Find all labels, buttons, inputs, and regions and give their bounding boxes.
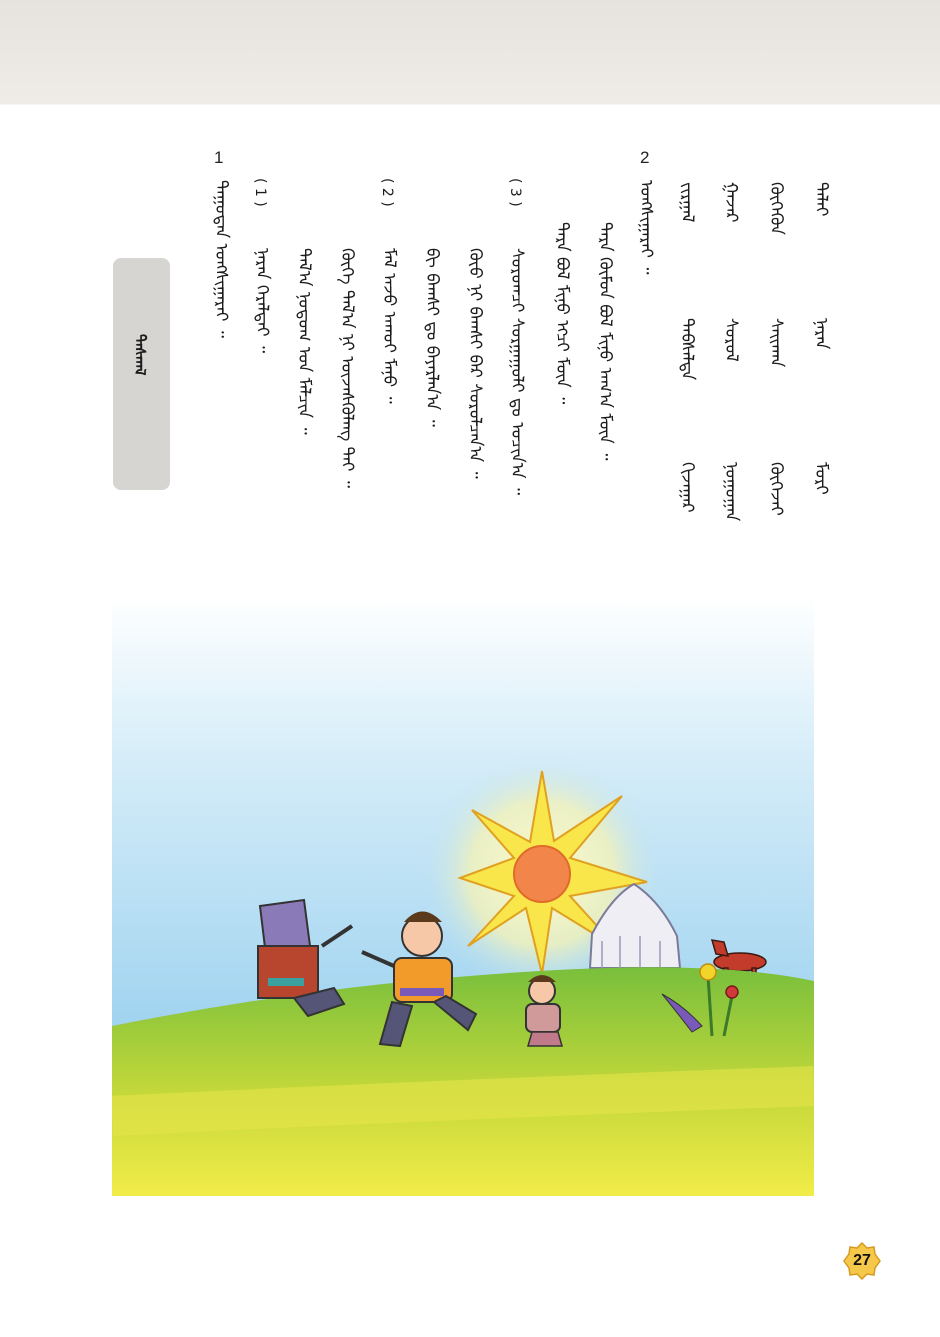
exercise-2-sentence: ᠲᠡᠷᠡ ᠪᠣᠯ ᠮᠢᠨᠦ ᠡᠭᠴᠢ ᠮᠥᠨ ᠃ [552,222,572,405]
exercise-2-number: 2 [640,148,650,167]
item-2-marker: ( 2 ) [379,178,395,207]
word-cell: ᠬᠥᠭᠡᠵᠡᠢ [766,462,786,516]
item-2-text: ᠮᠠᠯ ᠠᠵᠤ ᠠᠬᠤᠢ ᠮᠠᠨᠤ ᠃ [379,248,399,404]
word-cell: ᠨᠣᠭᠣᠭᠠᠨ [721,462,741,522]
word-cell: ᠭᠠᠵᠠᠷ [721,182,741,223]
section-label: ᠳᠠᠰᠬᠠᠯ [131,334,149,376]
item-3-marker: ( 3 ) [507,178,523,207]
word-cell: ᠬᠢᠵᠠᠭᠠᠷ [677,462,697,513]
section-tab: ᠳᠠᠰᠬᠠᠯ [113,258,170,490]
page-header-band [0,0,940,105]
exercise-1-instruction: ᠳᠠᠭᠤᠳᠠᠨ ᠤᠩᠰᠢᠭᠠᠷᠠᠢ ᠃ [211,180,231,338]
page-number-badge: 27 [843,1241,881,1281]
item-2-line: ᠬᠥᠭᠡ ᠲᠠᠯ᠎ᠠ ᠨᠢ ᠦᠵᠡᠰᠭᠦᠯᠡᠩ ᠲᠠᠢ ᠃ [337,248,357,488]
exercise-2-instruction: ᠤᠩᠰᠢᠭᠠᠷᠠᠢ ᠃ [636,180,656,275]
item-3-line: ᠬᠦᠦ ᠨᠢ ᠪᠠᠭᠰᠢ ᠪᠠᠷ ᠰᠤᠷᠤᠯᠴᠠᠨ᠎ᠠ ᠃ [465,248,485,479]
page-number: 27 [853,1252,871,1269]
item-1-text: ᠨᠠᠷᠠᠨ ᠭᠡᠷᠡᠯᠲᠡᠢ ᠃ [252,248,272,354]
word-cell: ᠬᠥᠬᠡᠬᠦᠨ [766,182,786,235]
steppe-illustration [112,596,814,1196]
exercise-1-number: 1 [214,148,224,167]
word-cell: ᠨᠠᠷᠠᠨ [811,318,831,350]
sun-icon [513,845,571,903]
word-cell: ᠮᠣᠷᠢ [811,462,831,495]
word-cell: ᠵᠢᠷᠭᠠᠯ [677,182,697,223]
item-3-text: ᠰᠤᠷᠤᠭᠴᠢ ᠰᠤᠷᠭᠠᠭᠤᠯᠢ ᠳᠤ ᠣᠴᠢᠨ᠎ᠠ ᠃ [507,248,527,496]
word-cell: ᠳᠠᠯᠠᠢ [811,182,831,217]
word-cell: ᠳᠡᠪᠰᠡᠯᠲᠡ [677,318,697,381]
item-1-marker: ( 1 ) [252,178,268,207]
item-2-line: ᠲᠠᠯ᠎ᠠ ᠨᠤᠲᠤᠭ ᠤᠨ ᠮᠠᠯᠴᠢᠨ ᠃ [294,248,314,435]
word-cell: ᠰᠠᠢᠬᠠᠨ [766,318,786,368]
item-3-line: ᠪᠢ ᠪᠠᠭᠰᠢ ᠳᠤ ᠪᠠᠶᠠᠷᠯᠠᠨ᠎ᠠ ᠃ [422,248,442,427]
word-cell: ᠰᠣᠷᠣᠯ [721,318,741,362]
exercise-2-sentence: ᠲᠡᠷᠡ ᠬᠦᠮᠦᠨ ᠪᠣᠯ ᠮᠢᠨᠦ ᠠᠬ᠎ᠠ ᠮᠥᠨ ᠃ [595,222,615,461]
